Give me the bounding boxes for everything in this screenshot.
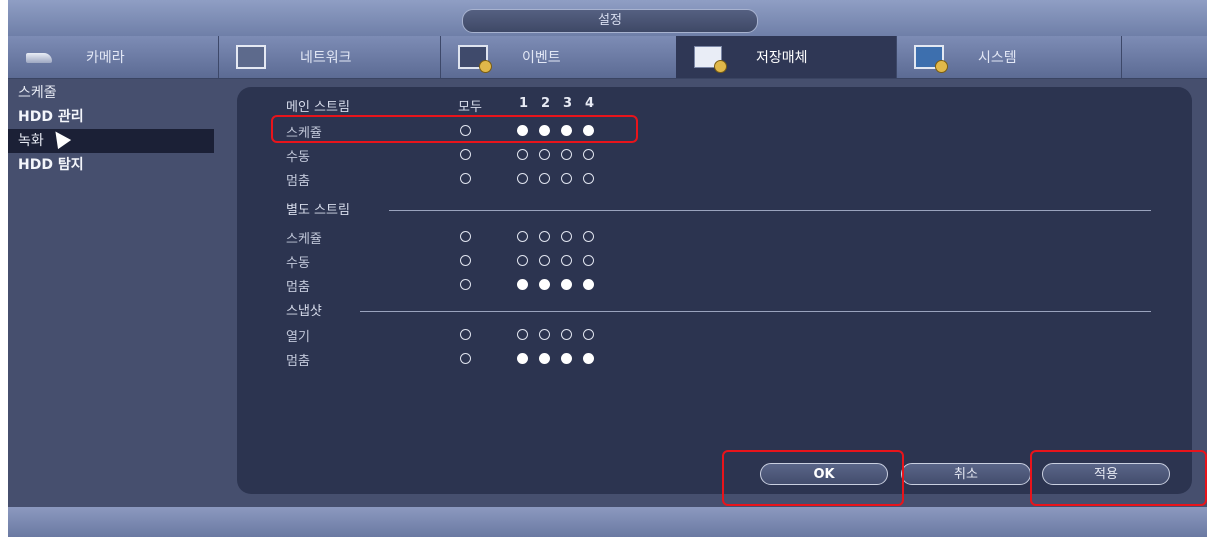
channel-3-radio[interactable] [561,353,572,364]
highlight-ok-button [722,450,904,506]
channel-2-radio[interactable] [539,353,550,364]
camera-icon [26,53,52,63]
column-header-channel-4: 4 [585,96,595,111]
row-label: 멈춤 [286,174,310,189]
highlight-apply-button [1030,450,1207,506]
channel-4-radio[interactable] [583,231,594,242]
channel-3-radio[interactable] [561,329,572,340]
channel-2-radio[interactable] [539,329,550,340]
tab-label: 네트워크 [300,50,352,66]
section-divider [389,210,1151,211]
status-bar [8,507,1207,537]
channel-4-radio[interactable] [583,329,594,340]
record-panel [237,87,1192,494]
all-radio[interactable] [460,173,471,184]
all-radio[interactable] [460,149,471,160]
channel-4-radio[interactable] [583,279,594,290]
channel-2-radio[interactable] [539,255,550,266]
sidebar-item-record[interactable]: 녹화 [8,129,214,153]
system-icon [914,45,948,73]
sidebar-item-hdd-detect[interactable]: HDD 탐지 [8,153,214,177]
column-header-channel-3: 3 [563,96,573,111]
channel-1-radio[interactable] [517,279,528,290]
channel-1-radio[interactable] [517,353,528,364]
tab-camera[interactable]: 카메라 [8,36,219,78]
row-label: 수동 [286,150,310,165]
sidebar: 스케줄 HDD 관리 녹화 HDD 탐지 [8,79,215,507]
channel-4-radio[interactable] [583,149,594,160]
section-divider [360,311,1151,312]
sidebar-item-schedule[interactable]: 스케줄 [8,81,214,105]
all-radio[interactable] [460,353,471,364]
tab-label: 카메라 [86,50,125,66]
all-radio[interactable] [460,279,471,290]
channel-4-radio[interactable] [583,255,594,266]
tab-network[interactable]: 네트워크 [218,36,441,78]
column-header-all: 모두 [458,100,482,115]
channel-3-radio[interactable] [561,255,572,266]
tab-storage[interactable]: 저장매체 [676,36,897,78]
row-label: 멈춤 [286,354,310,369]
section-title-sub-stream: 별도 스트림 [286,203,350,218]
column-header-channel-1: 1 [519,96,529,111]
channel-4-radio[interactable] [583,173,594,184]
channel-3-radio[interactable] [561,173,572,184]
highlight-schedule-row [271,115,638,143]
tab-event[interactable]: 이벤트 [440,36,677,78]
row-label: 멈춤 [286,280,310,295]
channel-3-radio[interactable] [561,279,572,290]
section-title-main-stream: 메인 스트림 [286,100,350,115]
channel-3-radio[interactable] [561,231,572,242]
channel-2-radio[interactable] [539,279,550,290]
title-bar: 설정 [8,0,1207,36]
channel-1-radio[interactable] [517,255,528,266]
channel-2-radio[interactable] [539,173,550,184]
window-title: 설정 [462,9,758,33]
channel-3-radio[interactable] [561,149,572,160]
all-radio[interactable] [460,231,471,242]
channel-1-radio[interactable] [517,149,528,160]
tab-label: 시스템 [978,50,1017,66]
channel-1-radio[interactable] [517,329,528,340]
row-label: 수동 [286,256,310,271]
settings-window: 설정 카메라 네트워크 이벤트 저장매체 시스템 스케줄 HDD 관리 녹화 H… [8,0,1207,537]
sidebar-item-hdd-manage[interactable]: HDD 관리 [8,105,214,129]
storage-icon [694,46,727,73]
row-label: 스케쥴 [286,232,322,247]
channel-2-radio[interactable] [539,149,550,160]
tab-bar: 카메라 네트워크 이벤트 저장매체 시스템 [8,36,1207,79]
all-radio[interactable] [460,329,471,340]
event-icon [458,45,492,73]
cancel-button[interactable]: 취소 [901,463,1031,485]
row-label: 열기 [286,330,310,345]
tab-label: 저장매체 [756,50,808,66]
main-content: 스케줄 HDD 관리 녹화 HDD 탐지 [8,79,1207,507]
all-radio[interactable] [460,255,471,266]
network-icon [236,45,266,69]
channel-2-radio[interactable] [539,231,550,242]
channel-1-radio[interactable] [517,173,528,184]
column-header-channel-2: 2 [541,96,551,111]
tab-system[interactable]: 시스템 [896,36,1122,78]
channel-1-radio[interactable] [517,231,528,242]
tab-label: 이벤트 [522,50,561,66]
channel-4-radio[interactable] [583,353,594,364]
section-title-snapshot: 스냅샷 [286,304,322,319]
